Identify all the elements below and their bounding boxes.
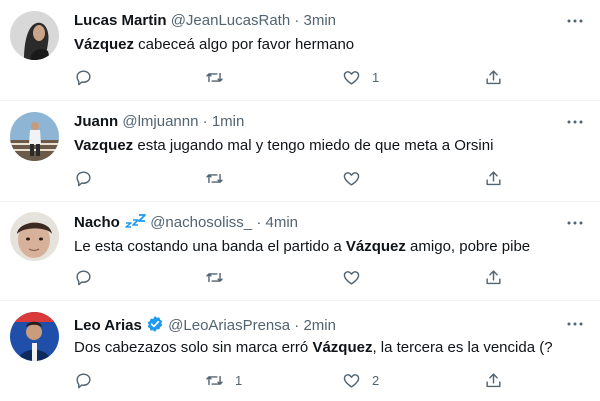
- like-count: 2: [372, 372, 380, 388]
- reply-button[interactable]: [74, 168, 104, 188]
- more-options-icon[interactable]: [566, 12, 584, 30]
- tweet-text: Vázquez cabeceá algo por favor hermano: [74, 35, 354, 55]
- like-button[interactable]: 1: [342, 67, 379, 87]
- timestamp[interactable]: 1min: [212, 113, 245, 130]
- tweet[interactable]: Juann @lmjuannn · 1min Vazquez esta juga…: [0, 101, 600, 202]
- author-handle[interactable]: @nachosoliss_: [150, 214, 252, 231]
- retweet-button[interactable]: [205, 267, 235, 287]
- reply-icon: [76, 269, 91, 285]
- separator: ·: [294, 12, 300, 29]
- reply-icon: [76, 69, 91, 85]
- tweet-text-pre: Dos cabezazos solo sin marca erró: [74, 339, 313, 356]
- tweet-text-rest: cabeceá algo por favor hermano: [134, 36, 355, 53]
- share-icon: [486, 69, 501, 84]
- heart-icon: [343, 270, 360, 285]
- tweet[interactable]: Leo Arias @LeoAriasPrensa · 2min Dos cab…: [0, 301, 600, 401]
- tweet-text-rest: amigo, pobre pibe: [405, 238, 531, 255]
- retweet-button[interactable]: [205, 67, 235, 87]
- share-icon: [486, 170, 501, 185]
- more-options-icon[interactable]: [566, 113, 584, 131]
- share-button[interactable]: [484, 370, 503, 390]
- tweet-text-rest: esta jugando mal y tengo miedo de que me…: [133, 137, 494, 154]
- action-bar: [74, 267, 514, 287]
- separator: ·: [256, 214, 262, 231]
- share-button[interactable]: [484, 267, 503, 287]
- highlight-name: Vázquez: [312, 339, 373, 356]
- separator: ·: [294, 317, 300, 334]
- action-bar: [74, 168, 514, 188]
- heart-icon: [343, 70, 360, 85]
- author-name[interactable]: Juann: [74, 113, 118, 130]
- reply-icon: [76, 170, 91, 186]
- retweet-icon: [206, 272, 223, 282]
- action-bar: 1: [74, 67, 514, 87]
- avatar[interactable]: [10, 112, 59, 161]
- tweet-text: Le esta costando una banda el partido a …: [74, 237, 530, 257]
- retweet-button[interactable]: 1: [205, 370, 242, 390]
- retweet-icon: [206, 72, 223, 82]
- reply-button[interactable]: [74, 267, 104, 287]
- reply-icon: [76, 372, 91, 388]
- tweet-text-rest: , la tercera es la vencida (?: [372, 339, 553, 356]
- reply-button[interactable]: [74, 67, 104, 87]
- tweet[interactable]: Lucas Martin @JeanLucasRath · 3min Vázqu…: [0, 0, 600, 101]
- like-count: 1: [372, 69, 380, 85]
- highlight-name: Vazquez: [74, 137, 134, 154]
- author-handle[interactable]: @JeanLucasRath: [171, 12, 290, 29]
- tweet-text: Dos cabezazos solo sin marca erró Vázque…: [74, 338, 553, 358]
- highlight-name: Vázquez: [74, 36, 135, 53]
- timestamp[interactable]: 4min: [265, 214, 298, 231]
- verified-badge-icon: [146, 315, 164, 333]
- retweet-icon: [206, 173, 223, 183]
- like-button[interactable]: 2: [342, 370, 379, 390]
- tweet-text: Vazquez esta jugando mal y tengo miedo d…: [74, 136, 493, 156]
- share-button[interactable]: [484, 168, 503, 188]
- avatar[interactable]: [10, 11, 59, 60]
- more-options-icon[interactable]: [566, 214, 584, 232]
- more-options-icon[interactable]: [566, 315, 584, 333]
- share-icon: [486, 372, 501, 387]
- zzz-emoji: [124, 214, 146, 228]
- avatar[interactable]: [10, 312, 59, 361]
- tweet[interactable]: Nacho @nachosoliss_ · 4min Le esta costa…: [0, 202, 600, 301]
- author-handle[interactable]: @LeoAriasPrensa: [168, 317, 290, 334]
- heart-icon: [343, 373, 360, 388]
- tweet-text-pre: Le esta costando una banda el partido a: [74, 238, 346, 255]
- timestamp[interactable]: 2min: [303, 317, 336, 334]
- author-name[interactable]: Nacho: [74, 214, 120, 231]
- heart-icon: [343, 171, 360, 186]
- retweet-button[interactable]: [205, 168, 235, 188]
- reply-button[interactable]: [74, 370, 104, 390]
- author-handle[interactable]: @lmjuannn: [122, 113, 198, 130]
- retweet-count: 1: [235, 372, 243, 388]
- like-button[interactable]: [342, 267, 372, 287]
- avatar[interactable]: [10, 212, 59, 261]
- author-name[interactable]: Lucas Martin: [74, 12, 167, 29]
- share-icon: [486, 269, 501, 284]
- action-bar: 1 2: [74, 370, 514, 390]
- separator: ·: [202, 113, 208, 130]
- share-button[interactable]: [484, 67, 503, 87]
- highlight-name: Vázquez: [345, 238, 406, 255]
- retweet-icon: [206, 375, 223, 385]
- timestamp[interactable]: 3min: [304, 12, 337, 29]
- author-name[interactable]: Leo Arias: [74, 317, 142, 334]
- like-button[interactable]: [342, 168, 372, 188]
